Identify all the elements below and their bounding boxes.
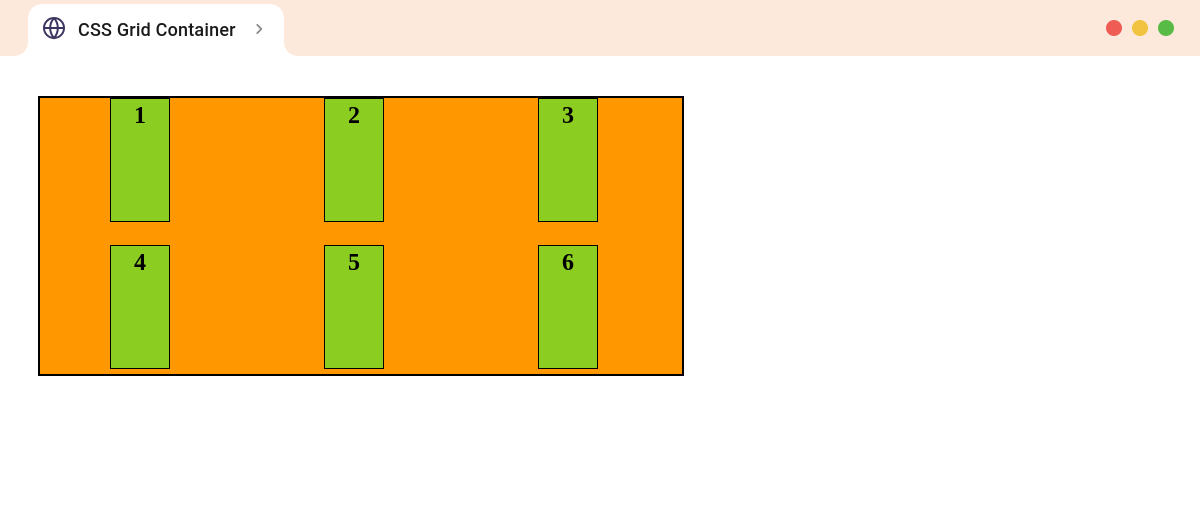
grid-item: 5 <box>324 245 384 369</box>
close-icon[interactable] <box>1106 20 1122 36</box>
page-content: 1 2 3 4 5 6 <box>0 56 1200 416</box>
grid-item: 6 <box>538 245 598 369</box>
browser-tab[interactable]: CSS Grid Container <box>28 4 284 56</box>
maximize-icon[interactable] <box>1158 20 1174 36</box>
minimize-icon[interactable] <box>1132 20 1148 36</box>
tab-bar: CSS Grid Container <box>0 0 1200 56</box>
grid-item: 4 <box>110 245 170 369</box>
tab-title: CSS Grid Container <box>78 20 236 41</box>
grid-item: 1 <box>110 98 170 222</box>
grid-container: 1 2 3 4 5 6 <box>38 96 684 376</box>
grid-item: 2 <box>324 98 384 222</box>
chevron-right-icon <box>252 21 266 40</box>
globe-icon <box>42 16 66 44</box>
grid-item: 3 <box>538 98 598 222</box>
window-controls <box>1106 20 1174 36</box>
